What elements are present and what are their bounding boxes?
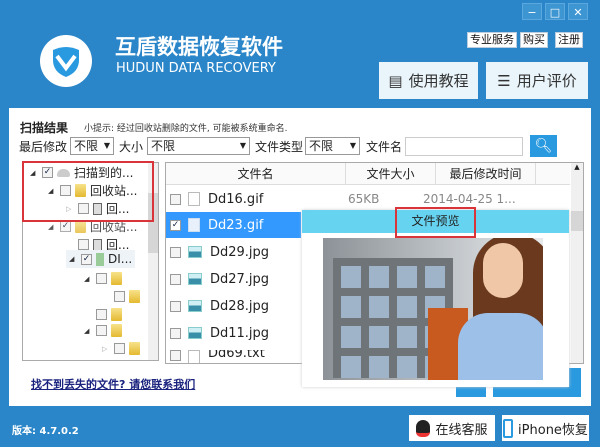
tree-node[interactable]: ▷ bbox=[102, 342, 140, 355]
preview-highlight-box bbox=[395, 207, 476, 238]
size-value: 不限 bbox=[151, 139, 176, 153]
close-button[interactable]: ✕ bbox=[568, 3, 588, 20]
type-value: 不限 bbox=[309, 139, 334, 153]
file-icon bbox=[188, 192, 200, 206]
tree-node[interactable]: ◢ ✓ DI... bbox=[66, 250, 136, 268]
tip-text: 小提示: 经过回收站删除的文件, 可能被系统重命名. bbox=[84, 124, 288, 134]
file-name: Dd27.jpg bbox=[210, 271, 270, 287]
help-link[interactable]: 找不到丢失的文件? 请您联系我们 bbox=[31, 376, 195, 392]
search-button[interactable]: 🔍︎ bbox=[530, 135, 557, 157]
tree-highlight-box bbox=[22, 161, 154, 222]
file-list-header: 文件名 文件大小 最后修改时间 bbox=[166, 163, 570, 185]
checkbox[interactable]: ✓ bbox=[60, 221, 71, 232]
section-title: 扫描结果 bbox=[20, 121, 69, 135]
document-icon: ▤ bbox=[388, 71, 403, 90]
online-service-label: 在线客服 bbox=[435, 422, 488, 438]
phone-icon bbox=[503, 418, 514, 438]
file-name: Dd28.jpg bbox=[210, 298, 270, 314]
tutorial-label: 使用教程 bbox=[408, 72, 469, 90]
column-header-date[interactable]: 最后修改时间 bbox=[436, 163, 536, 184]
size-label: 大小 bbox=[119, 140, 144, 154]
file-icon bbox=[188, 350, 200, 363]
file-size: 65KB bbox=[348, 192, 380, 206]
app-subtitle: HUDUN DATA RECOVERY bbox=[116, 61, 276, 76]
column-header-name[interactable]: 文件名 bbox=[166, 163, 346, 184]
file-name: Dd16.gif bbox=[208, 191, 264, 207]
filename-input[interactable] bbox=[405, 137, 523, 156]
dropdown-arrow-icon: ▼ bbox=[239, 141, 246, 150]
tree-node[interactable]: ◢ bbox=[84, 324, 122, 337]
size-select[interactable]: 不限 ▼ bbox=[147, 137, 250, 155]
file-name: Dd69.txt bbox=[208, 350, 265, 361]
file-date: 2014-04-25 1... bbox=[423, 192, 516, 206]
iphone-recovery-label: iPhone恢复 bbox=[518, 422, 588, 438]
qq-penguin-icon bbox=[416, 419, 431, 437]
type-select[interactable]: 不限 ▼ bbox=[305, 137, 360, 155]
modified-label: 最后修改 bbox=[19, 140, 68, 154]
recycle-bin-icon bbox=[93, 238, 102, 251]
type-label: 文件类型 bbox=[255, 140, 304, 154]
modified-select[interactable]: 不限 ▼ bbox=[70, 137, 114, 155]
app-logo bbox=[40, 35, 92, 87]
minimize-button[interactable]: − bbox=[522, 3, 542, 20]
file-icon bbox=[188, 218, 200, 232]
checkbox[interactable]: ✓ bbox=[81, 253, 92, 265]
file-row-selected[interactable]: ✓ Dd23.gif bbox=[166, 212, 301, 238]
file-row[interactable]: Dd16.gif 65KB 2014-04-25 1... bbox=[166, 186, 576, 212]
online-service-button[interactable]: 在线客服 bbox=[409, 415, 495, 441]
tree-label: DI... bbox=[108, 252, 133, 266]
image-file-icon bbox=[188, 246, 202, 258]
search-icon: 🔍︎ bbox=[534, 138, 553, 154]
comment-icon: ☰ bbox=[497, 71, 511, 90]
tutorial-button[interactable]: ▤ 使用教程 bbox=[379, 62, 478, 99]
checkbox[interactable] bbox=[78, 239, 89, 250]
dropdown-arrow-icon: ▼ bbox=[349, 141, 356, 150]
image-file-icon bbox=[188, 273, 202, 285]
column-header-size[interactable]: 文件大小 bbox=[346, 163, 436, 184]
drive-icon bbox=[96, 252, 104, 266]
tree-node[interactable]: ◢ bbox=[84, 272, 122, 285]
review-label: 用户评价 bbox=[516, 72, 577, 90]
modified-value: 不限 bbox=[74, 139, 99, 153]
dropdown-arrow-icon: ▼ bbox=[103, 141, 110, 150]
file-name: Dd23.gif bbox=[208, 217, 264, 233]
file-name: Dd29.jpg bbox=[210, 244, 270, 260]
version-text: 版本: 4.7.0.2 bbox=[12, 426, 79, 437]
buy-button[interactable]: 购买 bbox=[520, 32, 548, 48]
maximize-button[interactable]: □ bbox=[545, 3, 565, 20]
preview-image bbox=[323, 238, 543, 380]
image-file-icon bbox=[188, 327, 202, 339]
filename-label: 文件名 bbox=[366, 140, 403, 154]
register-button[interactable]: 注册 bbox=[555, 32, 583, 48]
image-file-icon bbox=[188, 300, 202, 312]
tree-node[interactable] bbox=[102, 290, 140, 303]
tree-node[interactable] bbox=[84, 308, 122, 321]
iphone-recovery-button[interactable]: iPhone恢复 bbox=[502, 415, 589, 441]
review-button[interactable]: ☰ 用户评价 bbox=[486, 62, 588, 99]
app-title: 互盾数据恢复软件 bbox=[115, 35, 283, 59]
pro-service-button[interactable]: 专业服务 bbox=[467, 32, 517, 48]
file-name: Dd11.jpg bbox=[210, 325, 270, 341]
